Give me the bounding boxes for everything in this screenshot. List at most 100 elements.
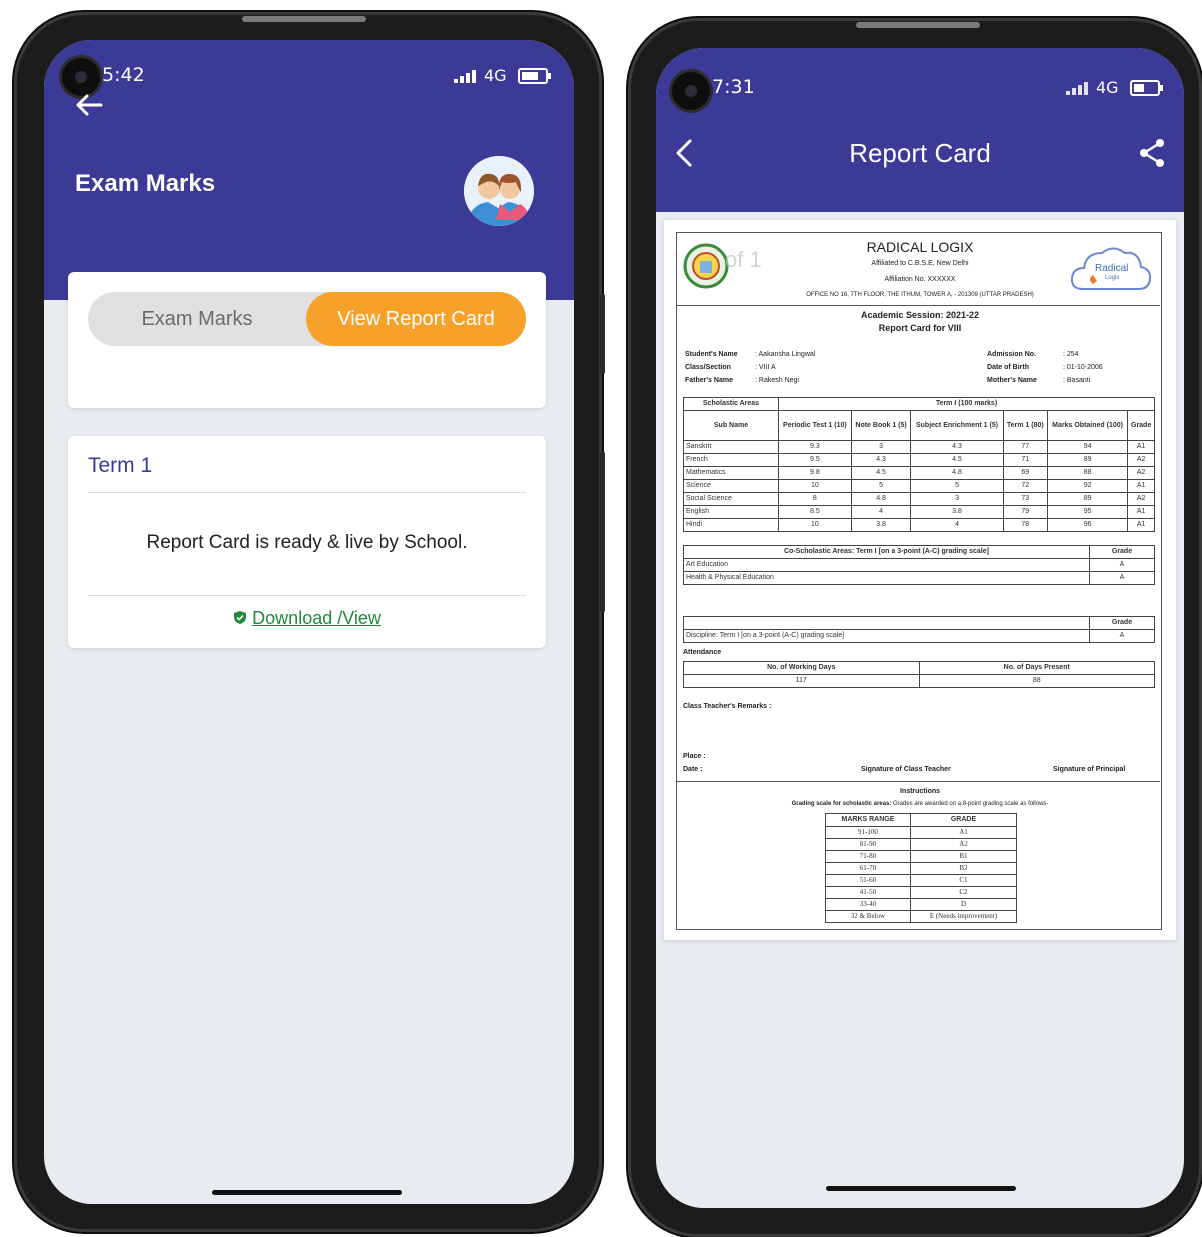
- report-class-title: Report Card for VIII: [878, 323, 962, 333]
- subject-name-cell: Science: [683, 479, 779, 493]
- marks-range-cell: 71-80: [825, 850, 911, 863]
- grade-cell: C1: [909, 874, 1018, 887]
- back-arrow-icon[interactable]: [74, 92, 104, 118]
- status-time: 7:31: [712, 76, 755, 98]
- report-card-border: of 1 RADICAL LOGIX Affiliated to C.B.S.E…: [676, 232, 1162, 930]
- grade-cell: B2: [909, 862, 1018, 875]
- mark-cell: 77: [1002, 440, 1048, 454]
- home-indicator[interactable]: [826, 1186, 1016, 1191]
- share-icon[interactable]: [1138, 138, 1166, 168]
- front-camera: [672, 72, 710, 110]
- subject-row: Science 10 5 5 72 92 A1: [683, 479, 1155, 493]
- view-report-card-tab[interactable]: View Report Card: [306, 292, 526, 346]
- page-title: Report Card: [849, 138, 991, 168]
- mark-cell: A1: [1127, 518, 1155, 532]
- grade-scale-header: GRADE: [909, 813, 1018, 827]
- term-title: Term 1: [88, 454, 153, 477]
- student-name-value: : Aakansha Lingwal: [755, 351, 816, 358]
- grade-scale-row: 51-60 C1: [825, 874, 1018, 887]
- exam-marks-tab[interactable]: Exam Marks: [88, 292, 306, 346]
- subject-name-cell: French: [683, 453, 779, 467]
- phone-frame-left: 5:42 4G Exam Marks Exam Marks View Repor…: [14, 12, 605, 1232]
- mark-cell: 71: [1002, 453, 1048, 467]
- phone-frame-right: 7:31 4G Report Card of 1 RADICAL LOGIX A…: [628, 18, 1202, 1237]
- mark-cell: A1: [1127, 479, 1155, 493]
- grade-cell: C2: [909, 886, 1018, 899]
- mark-cell: 92: [1046, 479, 1129, 493]
- instructions-title: Instructions: [899, 788, 941, 795]
- discipline-grade: A: [1089, 629, 1155, 643]
- days-present-value: 88: [918, 674, 1155, 688]
- student-name-label: Student's Name: [685, 351, 738, 358]
- network-label: 4G: [1096, 78, 1119, 97]
- attendance-title: Attendance: [683, 649, 722, 656]
- grade-scale-row: 41-50 C2: [825, 886, 1018, 899]
- mark-cell: 4: [850, 505, 912, 519]
- mark-cell: A1: [1127, 505, 1155, 519]
- mark-cell: 4.3: [910, 440, 1004, 454]
- view-toggle: Exam Marks View Report Card: [88, 292, 526, 346]
- subject-name-cell: Hindi: [683, 518, 779, 532]
- dob-label: Date of Birth: [987, 364, 1029, 371]
- app-header: [656, 48, 1184, 212]
- mark-cell: A2: [1127, 453, 1155, 467]
- activity-cell: Health & Physical Education: [683, 571, 1090, 585]
- mark-cell: 5: [850, 479, 912, 493]
- subject-row: French 9.5 4.3 4.5 71 89 A2: [683, 453, 1155, 467]
- academic-session: Academic Session: 2021-22: [860, 310, 980, 320]
- scholastic-column-header: Term 1 (80): [1002, 410, 1048, 441]
- mother-name-label: Mother's Name: [987, 377, 1037, 384]
- mark-cell: 96: [1046, 518, 1129, 532]
- toggle-card: Exam Marks View Report Card: [68, 272, 546, 408]
- mark-cell: 4.8: [910, 466, 1004, 480]
- scholastic-column-header: Note Book 1 (5): [850, 410, 912, 441]
- divider: [88, 595, 526, 596]
- volume-button: [600, 294, 605, 374]
- remarks-label: Class Teacher's Remarks :: [683, 703, 772, 710]
- mark-cell: 4.3: [850, 453, 912, 467]
- mark-cell: 4.8: [850, 492, 912, 506]
- mark-cell: A2: [1127, 466, 1155, 480]
- class-section-value: : VIII A: [755, 364, 776, 371]
- mark-cell: 89: [1046, 492, 1129, 506]
- front-camera: [62, 58, 100, 96]
- grade-scale-row: 71-80 B1: [825, 850, 1018, 863]
- co-scholastic-header: Co-Scholastic Areas: Term I [on a 3-poin…: [683, 545, 1090, 559]
- divider: [677, 305, 1160, 306]
- mark-cell: 88: [1046, 466, 1129, 480]
- grade-cell: A1: [909, 826, 1018, 839]
- grade-cell: A2: [909, 838, 1018, 851]
- mark-cell: 9.5: [778, 453, 852, 467]
- activity-cell: Art Education: [683, 558, 1090, 572]
- mark-cell: 4.5: [910, 453, 1004, 467]
- marks-range-cell: 91-100: [825, 826, 911, 839]
- father-name-label: Father's Name: [685, 377, 733, 384]
- mark-cell: 9.8: [778, 466, 852, 480]
- mark-cell: 89: [1046, 453, 1129, 467]
- grade-cell: E (Needs improvement): [909, 910, 1018, 923]
- parents-avatar[interactable]: [464, 156, 534, 226]
- mark-cell: 69: [1002, 466, 1048, 480]
- working-days-value: 117: [683, 674, 920, 688]
- mark-cell: 10: [778, 479, 852, 493]
- co-scholastic-table: Co-Scholastic Areas: Term I [on a 3-poin…: [683, 545, 1155, 585]
- home-indicator[interactable]: [212, 1190, 402, 1195]
- subject-row: Hindi 10 3.8 4 78 96 A1: [683, 518, 1155, 532]
- marks-range-cell: 51-60: [825, 874, 911, 887]
- mark-cell: 3: [910, 492, 1004, 506]
- report-card-document: of 1 RADICAL LOGIX Affiliated to C.B.S.E…: [664, 220, 1176, 940]
- mark-cell: 10: [778, 518, 852, 532]
- mark-cell: 95: [1046, 505, 1129, 519]
- mark-cell: 73: [1002, 492, 1048, 506]
- speaker-grille: [856, 22, 980, 28]
- mark-cell: 8: [778, 492, 852, 506]
- page-title: Exam Marks: [75, 170, 216, 197]
- grading-instruction: Grading scale for scholastic areas: Grad…: [791, 801, 1049, 807]
- speaker-grille: [242, 16, 366, 22]
- father-name-value: : Rakesh Negi: [755, 377, 799, 384]
- mother-name-value: : Basanti: [1063, 377, 1091, 384]
- subject-name-cell: Mathematics: [683, 466, 779, 480]
- download-view-link[interactable]: Download /View: [252, 608, 381, 628]
- scholastic-table: Scholastic Areas Term I (100 marks) Sub …: [683, 397, 1155, 532]
- mark-cell: 4: [910, 518, 1004, 532]
